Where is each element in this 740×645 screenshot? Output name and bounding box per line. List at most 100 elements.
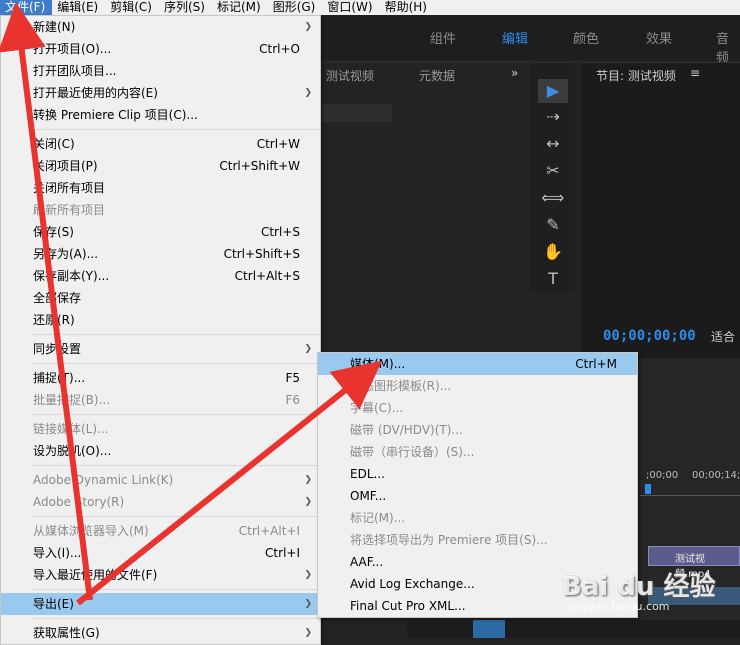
menu-item-label: OMF... <box>350 489 387 503</box>
menu-item[interactable]: 导入最近使用的文件(F) ❯ <box>1 564 320 586</box>
workspace-tab[interactable]: 音频 <box>716 28 740 66</box>
menu-separator <box>31 589 319 590</box>
menu-item[interactable]: 关闭(C) Ctrl+W <box>1 133 320 155</box>
menu-item[interactable]: 打开项目(O)... Ctrl+O <box>1 38 320 60</box>
menu-item: 磁带（串行设备）(S)... <box>318 441 637 463</box>
menubar-item[interactable]: 文件(F) <box>0 0 53 15</box>
file-menu: 新建(N) ❯ 打开项目(O)... Ctrl+O 打开团队项目... 打开最近使用的内容… <box>0 15 321 645</box>
workspace-tab[interactable]: 颜色 <box>573 28 599 47</box>
menu-item-label: Final Cut Pro XML... <box>350 599 466 613</box>
submenu-arrow-icon: ❯ <box>304 22 312 32</box>
menu-item[interactable]: 全部保存 <box>1 287 320 309</box>
menu-item[interactable]: 获取属性(G) ❯ <box>1 622 320 644</box>
menu-separator <box>31 334 319 335</box>
type-tool-icon[interactable]: T <box>538 267 568 291</box>
menu-item[interactable]: 关闭所有项目 <box>1 177 320 199</box>
menu-item[interactable]: 导入(I)... Ctrl+I <box>1 542 320 564</box>
submenu-arrow-icon: ❯ <box>304 599 312 609</box>
menubar-item[interactable]: 图形(G) <box>268 0 323 15</box>
menu-item[interactable]: 另存为(A)... Ctrl+Shift+S <box>1 243 320 265</box>
menu-item-label: 导入(I)... <box>33 546 82 560</box>
menu-item[interactable]: 媒体(M)... Ctrl+M <box>318 353 637 375</box>
menu-item[interactable]: 还原(R) <box>1 309 320 331</box>
menu-item[interactable]: 设为脱机(O)... <box>1 440 320 462</box>
menu-item-shortcut: Ctrl+Alt+S <box>234 269 300 283</box>
menu-item[interactable]: 保存(S) Ctrl+S <box>1 221 320 243</box>
menu-separator <box>31 618 319 619</box>
menu-item: 链接媒体(L)... <box>1 418 320 440</box>
menubar-item[interactable]: 帮助(H) <box>380 0 434 15</box>
program-title: 节目: 测试视频 <box>596 69 676 83</box>
timeline-time-start: ;00;00 <box>646 470 679 481</box>
menu-item-label: 打开项目(O)... <box>33 42 112 56</box>
hand-tool-icon[interactable]: ✋ <box>538 240 568 264</box>
tab-source[interactable]: 测试视频 <box>326 67 374 84</box>
menu-item-label: 同步设置 <box>33 342 82 356</box>
menu-item-shortcut: Ctrl+S <box>260 225 300 239</box>
menu-item[interactable]: 新建(N) ❯ <box>1 16 320 38</box>
menu-item[interactable]: 关闭项目(P) Ctrl+Shift+W <box>1 155 320 177</box>
menu-item-label: 设为脱机(O)... <box>33 444 112 458</box>
menu-separator <box>31 363 319 364</box>
pen-tool-icon[interactable]: ✎ <box>538 213 568 237</box>
menubar-item[interactable]: 序列(S) <box>159 0 212 15</box>
menu-item[interactable]: 打开团队项目... <box>1 60 320 82</box>
menu-item[interactable]: 打开最近使用的内容(E) ❯ <box>1 82 320 104</box>
menu-item-label: 打开团队项目... <box>33 64 117 78</box>
menu-item-label: 动态图形模板(R)... <box>350 379 452 393</box>
menu-item: Adobe Dynamic Link(K) ❯ <box>1 469 320 491</box>
selection-tool-icon[interactable]: ▶ <box>538 79 568 103</box>
menu-item[interactable]: OMF... <box>318 485 637 507</box>
menu-separator <box>31 129 319 130</box>
menu-bar: 文件(F) 编辑(E) 剪辑(C) 序列(S) 标记(M) 图形(G) 窗口(W) 帮助(H) <box>0 0 740 15</box>
submenu-arrow-icon: ❯ <box>304 497 312 507</box>
menu-item-label: 还原(R) <box>33 313 75 327</box>
menu-item-shortcut: Ctrl+Shift+W <box>219 159 300 173</box>
program-menu-icon[interactable]: ≡ <box>690 66 700 80</box>
menu-item-label: 从媒体浏览器导入(M) <box>33 524 149 538</box>
fit-select[interactable]: 适合 <box>705 326 740 346</box>
tab-metadata[interactable]: 元数据 <box>419 67 455 84</box>
workspace-tab[interactable]: 编辑 <box>502 28 528 47</box>
submenu-arrow-icon: ❯ <box>304 628 312 638</box>
workspace-tab[interactable]: 效果 <box>646 28 672 47</box>
menu-item[interactable]: 转换 Premiere Clip 项目(C)... <box>1 104 320 126</box>
menu-item: 磁带 (DV/HDV)(T)... <box>318 419 637 441</box>
slip-tool-icon[interactable]: ⟺ <box>538 186 568 210</box>
watermark: Bai du 经验 <box>562 572 716 602</box>
track-select-tool-icon[interactable]: ⇢ <box>538 105 568 129</box>
playhead-marker[interactable] <box>645 484 651 494</box>
menubar-item[interactable]: 窗口(W) <box>322 0 379 15</box>
menu-item-label: 保存副本(Y)... <box>33 269 110 283</box>
menu-item: Adobe Story(R) ❯ <box>1 491 320 513</box>
menu-item[interactable]: EDL... <box>318 463 637 485</box>
menu-item-shortcut: Ctrl+Shift+S <box>223 247 300 261</box>
ripple-edit-tool-icon[interactable]: ↔ <box>538 132 568 156</box>
menu-item-label: 关闭项目(P) <box>33 159 98 173</box>
menu-item[interactable]: 同步设置 ❯ <box>1 338 320 360</box>
menubar-item[interactable]: 剪辑(C) <box>105 0 159 15</box>
menu-item[interactable]: 导出(E) ❯ <box>1 593 320 615</box>
menu-item-shortcut: Ctrl+I <box>265 546 300 560</box>
menu-item-label: Avid Log Exchange... <box>350 577 475 591</box>
workspace-tab[interactable]: 组件 <box>430 28 456 47</box>
panel-header-bar <box>322 104 392 122</box>
menubar-item[interactable]: 编辑(E) <box>52 0 105 15</box>
menu-item[interactable]: 保存副本(Y)... Ctrl+Alt+S <box>1 265 320 287</box>
timeline-time-end: 00;00;14;2 <box>692 470 740 481</box>
menubar-item[interactable]: 标记(M) <box>212 0 268 15</box>
panel-overflow-icon[interactable]: » <box>511 66 518 80</box>
menu-item-label: Adobe Dynamic Link(K) <box>33 473 174 487</box>
menu-item-label: 磁带（串行设备）(S)... <box>350 445 475 459</box>
menu-item: 字幕(C)... <box>318 397 637 419</box>
menu-item: 动态图形模板(R)... <box>318 375 637 397</box>
timeline-ruler[interactable] <box>640 484 740 496</box>
menu-item-label: 关闭(C) <box>33 137 75 151</box>
menu-item-shortcut: F5 <box>285 371 300 385</box>
menu-item-label: 转换 Premiere Clip 项目(C)... <box>33 108 198 122</box>
menu-item-label: 字幕(C)... <box>350 401 404 415</box>
playhead-timecode[interactable]: 00;00;00;00 <box>603 328 696 344</box>
razor-tool-icon[interactable]: ✂ <box>538 159 568 183</box>
menu-item[interactable]: 捕捉(T)... F5 <box>1 367 320 389</box>
submenu-arrow-icon: ❯ <box>304 88 312 98</box>
